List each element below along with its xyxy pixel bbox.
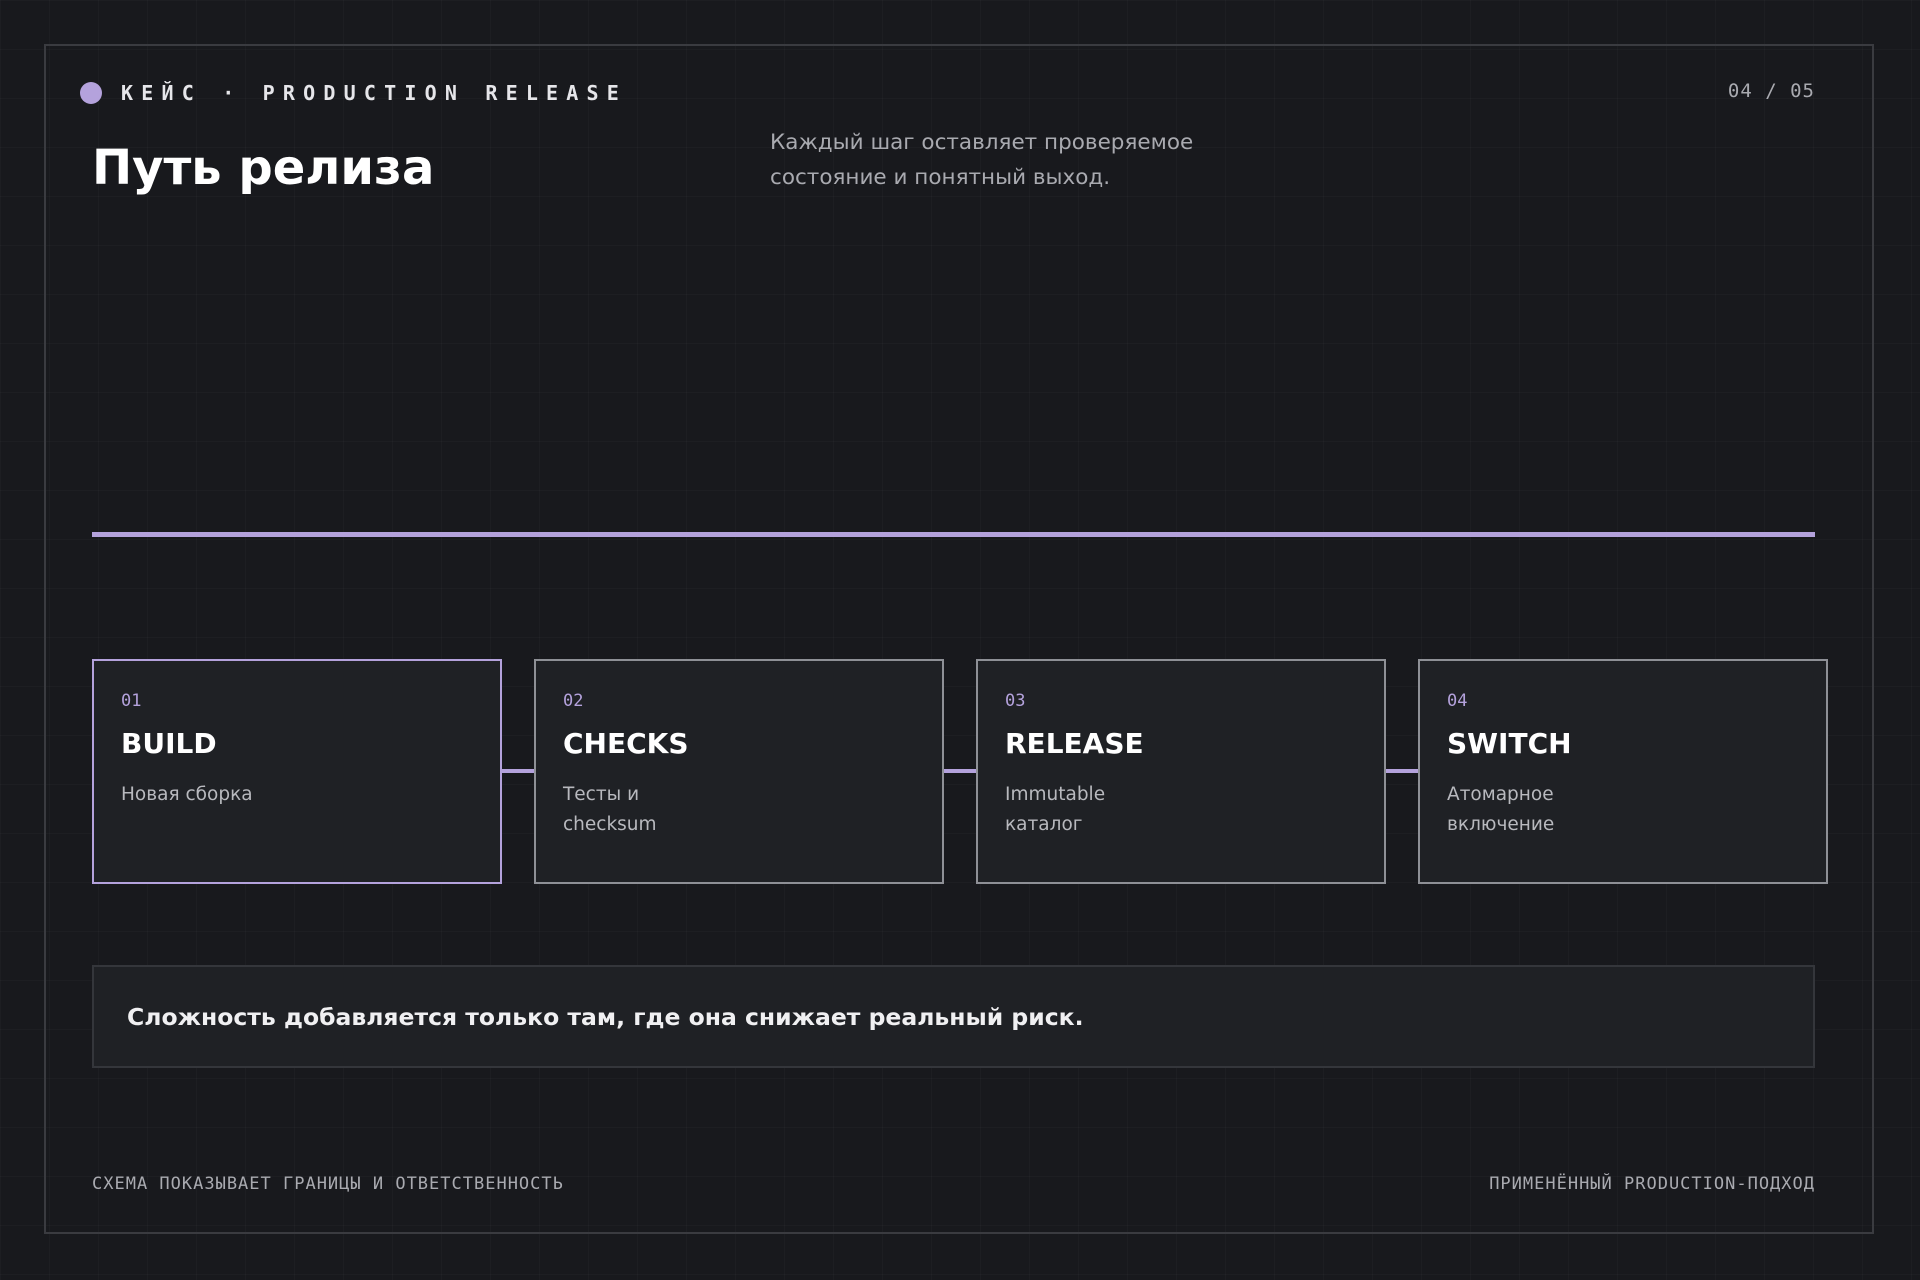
footer-left-note: СХЕМА ПОКАЗЫВАЕТ ГРАНИЦЫ И ОТВЕТСТВЕННОС… xyxy=(92,1174,564,1194)
step-number: 01 xyxy=(121,691,142,711)
step-number: 04 xyxy=(1447,691,1468,711)
footer-right-note: ПРИМЕНЁННЫЙ PRODUCTION-ПОДХОД xyxy=(1489,1174,1815,1194)
step-title: CHECKS xyxy=(563,727,689,760)
step-description: Атомарное включение xyxy=(1447,784,1555,835)
step-number: 03 xyxy=(1005,691,1026,711)
step-connector xyxy=(944,769,977,773)
callout-text: Сложность добавляется только там, где он… xyxy=(127,1002,1084,1031)
step-description: Immutable каталог xyxy=(1005,784,1106,835)
step-title: RELEASE xyxy=(1005,727,1144,760)
kicker-label: КЕЙС · PRODUCTION RELEASE xyxy=(121,81,628,105)
step-card-switch: 04 SWITCH Атомарное включение xyxy=(1418,659,1828,884)
step-card-release: 03 RELEASE Immutable каталог xyxy=(976,659,1386,884)
page-counter: 04 / 05 xyxy=(1727,80,1815,102)
page-title: Путь релиза xyxy=(92,140,435,196)
step-title: BUILD xyxy=(121,727,217,760)
step-connector xyxy=(502,769,535,773)
timeline-line xyxy=(92,532,1815,537)
callout-box: Сложность добавляется только там, где он… xyxy=(92,965,1815,1068)
step-connector xyxy=(1386,769,1419,773)
page-subtitle: Каждый шаг оставляет проверяемое состоян… xyxy=(770,130,1194,190)
step-title: SWITCH xyxy=(1447,727,1572,760)
release-steps: 01 BUILD Новая сборка 02 CHECKS Тесты и … xyxy=(92,659,1828,884)
step-card-build: 01 BUILD Новая сборка xyxy=(92,659,502,884)
kicker: КЕЙС · PRODUCTION RELEASE xyxy=(80,78,627,108)
accent-dot-icon xyxy=(80,82,102,104)
step-description: Тесты и checksum xyxy=(563,784,657,835)
step-description: Новая сборка xyxy=(121,784,253,805)
step-number: 02 xyxy=(563,691,584,711)
step-card-checks: 02 CHECKS Тесты и checksum xyxy=(534,659,944,884)
